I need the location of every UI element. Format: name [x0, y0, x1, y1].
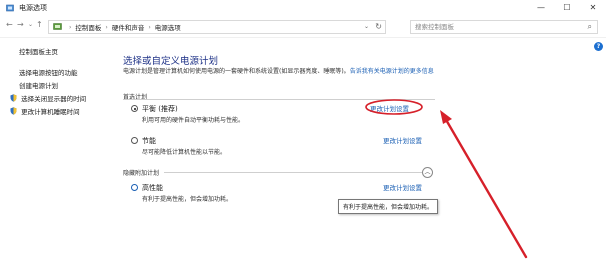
sidebar-item-power-button[interactable]: 选择电源按钮的功能 — [19, 67, 78, 77]
breadcrumb-hardware-sound[interactable]: 硬件和声音 — [112, 22, 145, 32]
up-arrow-icon[interactable]: ↑ — [36, 20, 43, 29]
sidebar-item-label: 控制面板主页 — [19, 48, 58, 56]
sidebar-item-label: 选择电源按钮的功能 — [19, 69, 78, 77]
sidebar-item-display-off[interactable]: 选择关闭显示器的时间 — [10, 93, 86, 103]
refresh-icon[interactable]: ↻ — [375, 22, 382, 31]
breadcrumb-separator: › — [148, 23, 151, 31]
forward-arrow-icon[interactable]: → — [17, 20, 24, 29]
learn-more-link[interactable]: 告诉我有关电源计划的更多信息 — [350, 68, 434, 75]
shield-icon — [10, 94, 17, 102]
address-bar: ← → ⌄ ↑ › 控制面板 › 硬件和声音 › 电源选项 ⌄ ↻ ⌕ — [0, 16, 606, 38]
sidebar-item-label: 更改计算机睡眠时间 — [21, 108, 80, 116]
sidebar-item-label: 创建电源计划 — [19, 82, 58, 90]
maximize-button[interactable]: ☐ — [554, 0, 580, 15]
plan-balanced-desc: 利用可用的硬件自动平衡功耗与性能。 — [142, 117, 245, 124]
title-bar: 电源选项 — ☐ ✕ — [0, 0, 606, 15]
plan-balanced-name[interactable]: 平衡 (推荐) — [142, 104, 178, 114]
page-title: 选择或自定义电源计划 — [123, 56, 219, 67]
sidebar-item-home[interactable]: 控制面板主页 — [19, 46, 58, 56]
change-plan-settings-link-high-performance[interactable]: 更改计划设置 — [383, 182, 422, 192]
search-icon[interactable]: ⌕ — [588, 22, 592, 32]
sidebar-item-label: 选择关闭显示器的时间 — [21, 95, 87, 103]
main-content: 选择或自定义电源计划 电源计划是管理计算机如何使用电源的一套硬件和系统设置(如显… — [112, 40, 606, 273]
plan-saver-desc: 尽可能降低计算机性能以节能。 — [142, 149, 227, 156]
tooltip: 有利于提高性能，但会增加功耗。 — [338, 199, 439, 214]
breadcrumb-control-panel[interactable]: 控制面板 — [75, 22, 101, 32]
back-arrow-icon[interactable]: ← — [6, 20, 13, 29]
breadcrumb-separator: › — [69, 23, 72, 31]
plan-saver-name[interactable]: 节能 — [142, 136, 156, 146]
hidden-plans-heading: 隐藏附加计划 — [123, 170, 160, 177]
power-options-icon — [6, 4, 14, 11]
chevron-down-icon[interactable]: ⌄ — [364, 23, 369, 30]
control-panel-icon — [53, 23, 62, 30]
plan-high-performance-radio[interactable] — [131, 184, 138, 191]
sidebar-item-create-plan[interactable]: 创建电源计划 — [19, 80, 58, 90]
breadcrumb-separator: › — [105, 23, 108, 31]
change-plan-settings-link-balanced[interactable]: 更改计划设置 — [370, 103, 409, 113]
section-divider — [164, 172, 422, 173]
breadcrumb-power-options[interactable]: 电源选项 — [155, 22, 181, 32]
breadcrumb[interactable]: › 控制面板 › 硬件和声音 › 电源选项 ⌄ ↻ — [48, 20, 386, 34]
change-plan-settings-link-saver[interactable]: 更改计划设置 — [383, 135, 422, 145]
plan-high-performance-desc: 有利于提高性能，但会增加功耗。 — [142, 196, 233, 203]
plan-high-performance-name[interactable]: 高性能 — [142, 183, 163, 193]
close-button[interactable]: ✕ — [580, 0, 606, 15]
intro-text: 电源计划是管理计算机如何使用电源的一套硬件和系统设置(如显示器亮度、睡眠等)。 — [123, 68, 350, 75]
intro-text-block: 电源计划是管理计算机如何使用电源的一套硬件和系统设置(如显示器亮度、睡眠等)。告… — [123, 67, 435, 76]
section-divider — [123, 99, 435, 100]
search-input[interactable] — [415, 23, 580, 31]
sidebar-item-sleep-time[interactable]: 更改计算机睡眠时间 — [10, 106, 80, 116]
shield-icon — [10, 107, 17, 115]
sidebar: 控制面板主页 选择电源按钮的功能 创建电源计划 选择关闭显示器的时间 更改计算机… — [0, 40, 112, 273]
search-box[interactable]: ⌕ — [410, 20, 598, 34]
collapse-chevron-icon[interactable]: ︿ — [422, 167, 433, 178]
window-title: 电源选项 — [19, 3, 47, 12]
minimize-button[interactable]: — — [528, 0, 554, 15]
recent-dropdown-icon[interactable]: ⌄ — [28, 21, 33, 28]
plan-balanced-radio[interactable] — [131, 105, 138, 112]
plan-saver-radio[interactable] — [131, 137, 138, 144]
